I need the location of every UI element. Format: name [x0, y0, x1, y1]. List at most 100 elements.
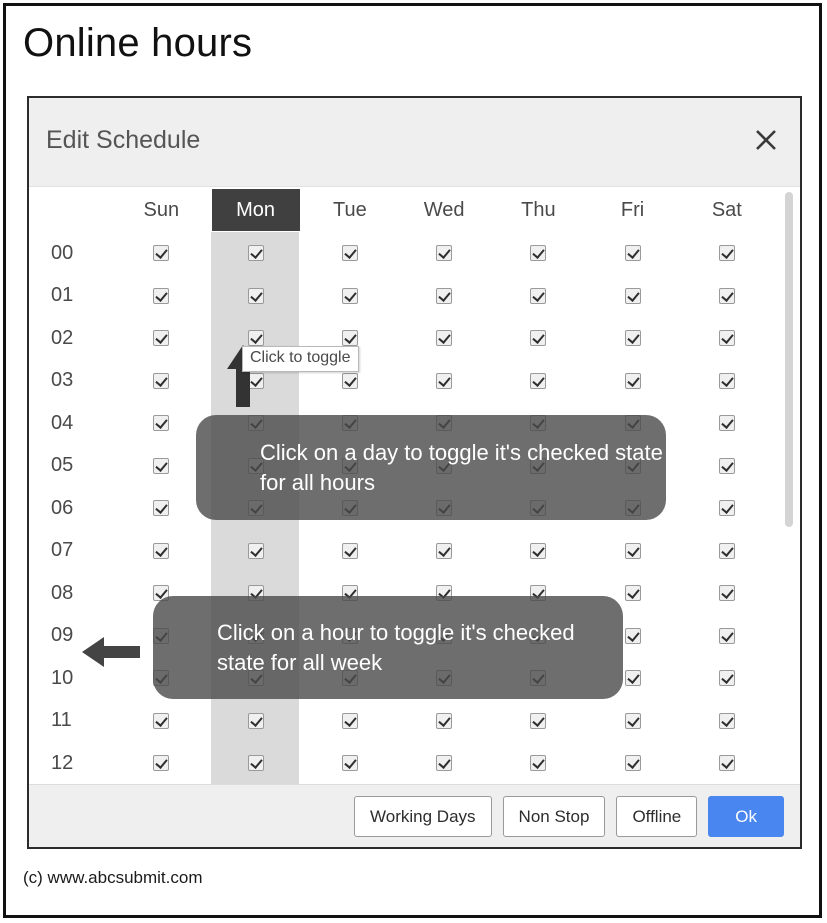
cell-thu-12[interactable]: [491, 742, 585, 784]
cell-fri-02[interactable]: [585, 317, 679, 360]
cell-thu-01[interactable]: [491, 275, 585, 318]
checkbox-thu-01[interactable]: [530, 287, 547, 304]
cell-sun-12[interactable]: [114, 742, 208, 784]
checkbox-fri-02[interactable]: [624, 330, 641, 347]
cell-mon-01[interactable]: [208, 275, 302, 318]
checkbox-sat-05[interactable]: [718, 457, 735, 474]
ok-button[interactable]: Ok: [708, 796, 784, 837]
hour-label-00[interactable]: 00: [29, 232, 114, 275]
checkbox-wed-07[interactable]: [436, 542, 453, 559]
cell-fri-07[interactable]: [585, 530, 679, 573]
cell-sat-04[interactable]: [680, 402, 774, 445]
offline-button[interactable]: Offline: [616, 796, 698, 837]
cell-sat-00[interactable]: [680, 232, 774, 275]
cell-thu-00[interactable]: [491, 232, 585, 275]
checkbox-thu-07[interactable]: [530, 542, 547, 559]
checkbox-sun-01[interactable]: [153, 287, 170, 304]
checkbox-thu-03[interactable]: [530, 372, 547, 389]
cell-wed-07[interactable]: [397, 530, 491, 573]
checkbox-sun-05[interactable]: [153, 457, 170, 474]
close-icon[interactable]: [746, 120, 786, 160]
checkbox-fri-08[interactable]: [624, 585, 641, 602]
checkbox-thu-11[interactable]: [530, 712, 547, 729]
cell-sat-01[interactable]: [680, 275, 774, 318]
cell-fri-00[interactable]: [585, 232, 679, 275]
cell-wed-03[interactable]: [397, 360, 491, 403]
checkbox-fri-01[interactable]: [624, 287, 641, 304]
checkbox-sat-12[interactable]: [718, 755, 735, 772]
day-header-fri[interactable]: Fri: [585, 187, 679, 232]
checkbox-sat-06[interactable]: [718, 500, 735, 517]
day-header-sat[interactable]: Sat: [680, 187, 774, 232]
checkbox-sat-11[interactable]: [718, 712, 735, 729]
checkbox-sat-07[interactable]: [718, 542, 735, 559]
checkbox-sun-03[interactable]: [153, 372, 170, 389]
vertical-scrollbar-track[interactable]: [783, 187, 797, 784]
checkbox-fri-10[interactable]: [624, 670, 641, 687]
checkbox-thu-00[interactable]: [530, 245, 547, 262]
hour-label-06[interactable]: 06: [29, 487, 114, 530]
cell-sat-08[interactable]: [680, 572, 774, 615]
day-header-wed[interactable]: Wed: [397, 187, 491, 232]
cell-mon-00[interactable]: [208, 232, 302, 275]
cell-sat-12[interactable]: [680, 742, 774, 784]
checkbox-sat-04[interactable]: [718, 415, 735, 432]
hour-label-04[interactable]: 04: [29, 402, 114, 445]
checkbox-tue-12[interactable]: [341, 755, 358, 772]
checkbox-fri-12[interactable]: [624, 755, 641, 772]
cell-fri-11[interactable]: [585, 700, 679, 743]
checkbox-sat-08[interactable]: [718, 585, 735, 602]
cell-sat-07[interactable]: [680, 530, 774, 573]
checkbox-wed-00[interactable]: [436, 245, 453, 262]
checkbox-tue-01[interactable]: [341, 287, 358, 304]
cell-tue-01[interactable]: [303, 275, 397, 318]
cell-fri-12[interactable]: [585, 742, 679, 784]
cell-thu-03[interactable]: [491, 360, 585, 403]
checkbox-sat-02[interactable]: [718, 330, 735, 347]
checkbox-thu-12[interactable]: [530, 755, 547, 772]
cell-wed-01[interactable]: [397, 275, 491, 318]
cell-sat-03[interactable]: [680, 360, 774, 403]
cell-fri-03[interactable]: [585, 360, 679, 403]
checkbox-mon-01[interactable]: [247, 287, 264, 304]
cell-sat-06[interactable]: [680, 487, 774, 530]
cell-sat-05[interactable]: [680, 445, 774, 488]
checkbox-tue-02[interactable]: [341, 330, 358, 347]
checkbox-sun-11[interactable]: [153, 712, 170, 729]
cell-sun-07[interactable]: [114, 530, 208, 573]
schedule-scroll-area[interactable]: Sun Mon Tue Wed Thu Fri Sat 00 01 02 03 04 05 06 07 08…: [29, 187, 800, 784]
cell-sat-10[interactable]: [680, 657, 774, 700]
checkbox-wed-11[interactable]: [436, 712, 453, 729]
working-days-button[interactable]: Working Days: [354, 796, 492, 837]
checkbox-tue-07[interactable]: [341, 542, 358, 559]
checkbox-sat-03[interactable]: [718, 372, 735, 389]
cell-tue-00[interactable]: [303, 232, 397, 275]
checkbox-tue-03[interactable]: [341, 372, 358, 389]
hour-label-01[interactable]: 01: [29, 275, 114, 318]
cell-mon-07[interactable]: [208, 530, 302, 573]
vertical-scrollbar-thumb[interactable]: [785, 192, 793, 527]
checkbox-thu-02[interactable]: [530, 330, 547, 347]
hour-label-08[interactable]: 08: [29, 572, 114, 615]
cell-mon-12[interactable]: [208, 742, 302, 784]
checkbox-sun-06[interactable]: [153, 500, 170, 517]
cell-wed-00[interactable]: [397, 232, 491, 275]
cell-sun-02[interactable]: [114, 317, 208, 360]
hour-label-03[interactable]: 03: [29, 360, 114, 403]
cell-tue-07[interactable]: [303, 530, 397, 573]
checkbox-sun-07[interactable]: [153, 542, 170, 559]
day-header-tue[interactable]: Tue: [303, 187, 397, 232]
checkbox-wed-12[interactable]: [436, 755, 453, 772]
cell-sun-06[interactable]: [114, 487, 208, 530]
cell-sat-11[interactable]: [680, 700, 774, 743]
cell-sun-00[interactable]: [114, 232, 208, 275]
cell-tue-12[interactable]: [303, 742, 397, 784]
day-header-mon[interactable]: Mon: [208, 187, 302, 232]
day-header-sun[interactable]: Sun: [114, 187, 208, 232]
day-header-thu[interactable]: Thu: [491, 187, 585, 232]
cell-wed-02[interactable]: [397, 317, 491, 360]
checkbox-wed-01[interactable]: [436, 287, 453, 304]
checkbox-mon-12[interactable]: [247, 755, 264, 772]
checkbox-fri-09[interactable]: [624, 627, 641, 644]
checkbox-fri-00[interactable]: [624, 245, 641, 262]
